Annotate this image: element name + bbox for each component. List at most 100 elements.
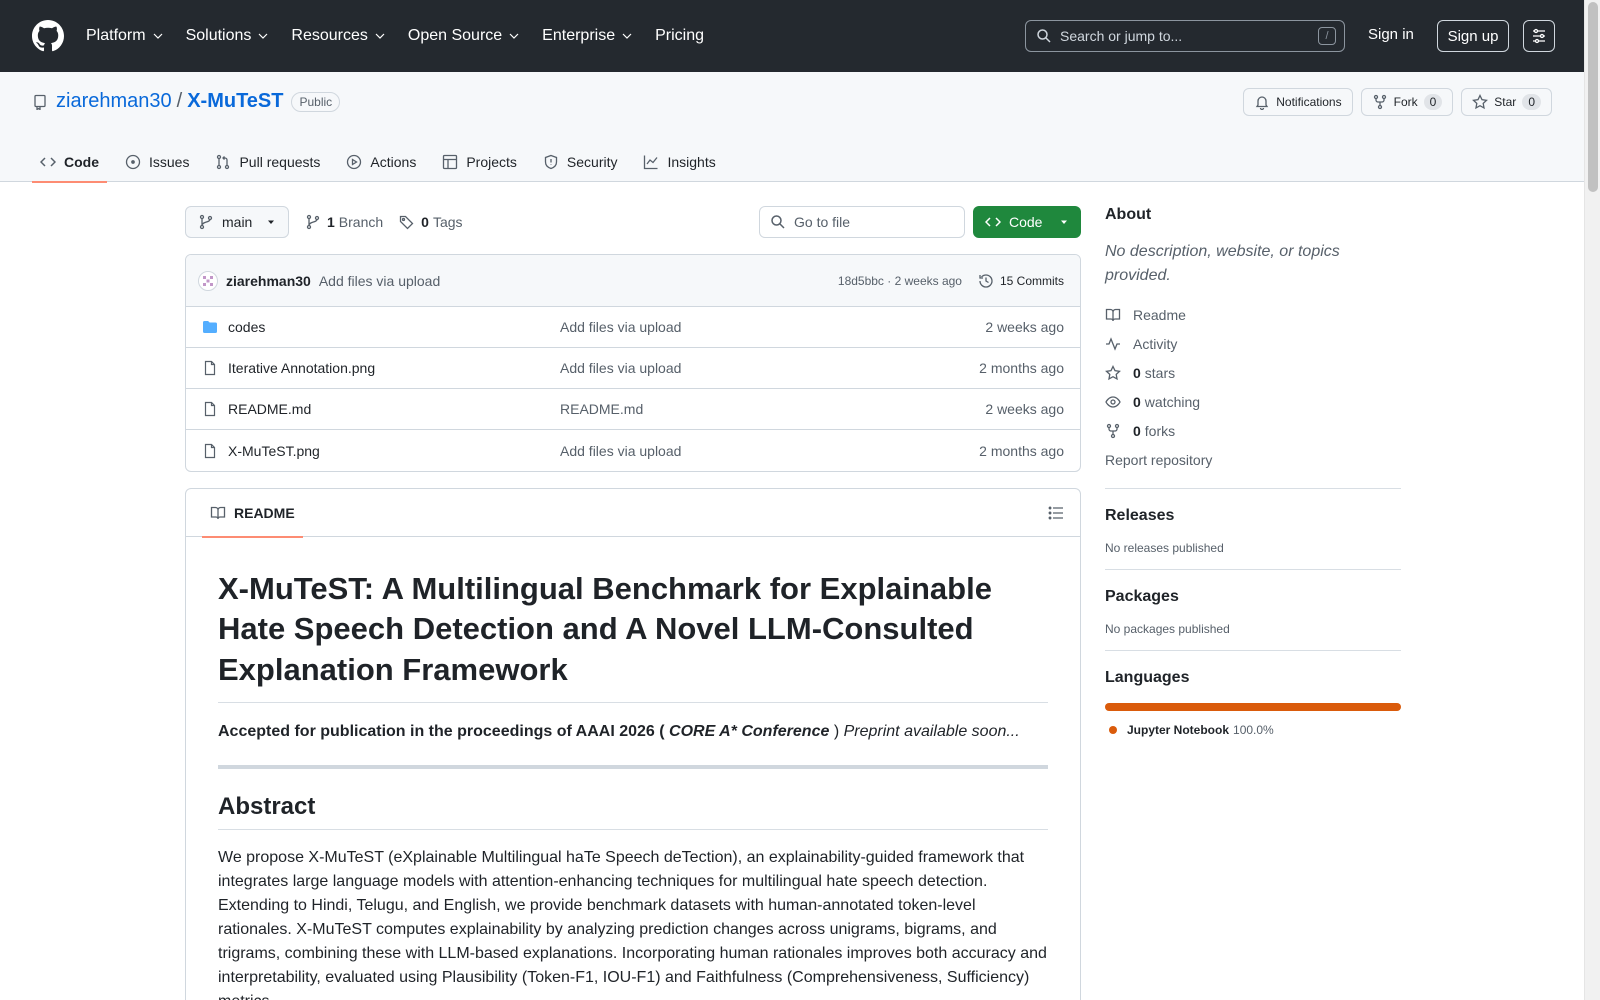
- tab-label: Insights: [667, 154, 716, 170]
- packages-section: Packages No packages published: [1105, 569, 1401, 636]
- avatar[interactable]: [198, 270, 218, 291]
- languages-heading: Languages: [1105, 669, 1190, 686]
- eye-icon: [1105, 395, 1121, 408]
- file-list: ziarehman30 Add files via upload 18d5bbc…: [185, 254, 1081, 472]
- activity-link-label: Activity: [1133, 335, 1178, 352]
- commits-history-link[interactable]: 15 Commits: [978, 273, 1064, 289]
- nav-label: Solutions: [185, 27, 252, 44]
- star-button[interactable]: Star 0: [1461, 88, 1552, 116]
- branches-label: Branch: [338, 214, 384, 230]
- tab-security[interactable]: Security: [535, 142, 626, 182]
- file-commit-time: 2 weeks ago: [985, 401, 1064, 417]
- fork-icon: [1106, 423, 1120, 438]
- file-name-link[interactable]: README.md: [228, 401, 560, 417]
- folder-icon: [203, 321, 217, 333]
- tag-icon: [400, 215, 414, 230]
- go-to-file-input[interactable]: Go to file: [759, 206, 965, 238]
- releases-section: Releases No releases published: [1105, 488, 1401, 555]
- search-placeholder: Search or jump to...: [1060, 28, 1183, 44]
- activity-link[interactable]: Activity: [1105, 329, 1401, 358]
- chevron-down-icon: [622, 33, 632, 39]
- branches-link[interactable]: 1 Branch: [305, 214, 383, 230]
- file-commit-message[interactable]: README.md: [560, 401, 985, 417]
- tab-label: Pull requests: [239, 154, 321, 170]
- releases-heading[interactable]: Releases: [1105, 507, 1401, 525]
- tab-code[interactable]: Code: [32, 142, 107, 183]
- readme-link[interactable]: Readme: [1105, 300, 1401, 329]
- fork-button[interactable]: Fork 0: [1360, 88, 1454, 116]
- file-toolbar: main 1 Branch 0 Tags Go to file Code: [185, 206, 1081, 238]
- about-description: No description, website, or topics provi…: [1105, 243, 1340, 284]
- caret-down-icon: [268, 220, 274, 224]
- tab-label: Security: [566, 154, 618, 170]
- packages-heading[interactable]: Packages: [1105, 588, 1401, 606]
- notifications-button[interactable]: Notifications: [1243, 88, 1353, 116]
- bell-icon: [1256, 96, 1269, 110]
- forks-link[interactable]: 0 forks: [1105, 416, 1401, 445]
- chevron-down-icon: [509, 33, 519, 39]
- tab-projects[interactable]: Projects: [434, 142, 525, 182]
- star-count: 0: [1522, 94, 1541, 110]
- readme-panel: README X-MuTeST: A Multilingual Benchmar…: [185, 488, 1081, 1000]
- report-repository-link[interactable]: Report repository: [1105, 445, 1401, 474]
- nav-solutions[interactable]: Solutions: [186, 27, 270, 45]
- tags-link[interactable]: 0 Tags: [399, 214, 463, 230]
- list-icon[interactable]: [1048, 505, 1064, 521]
- stars-count: 0: [1133, 364, 1141, 381]
- tab-pull-requests[interactable]: Pull requests: [207, 142, 328, 182]
- file-row[interactable]: Iterative Annotation.png Add files via u…: [186, 348, 1080, 389]
- repo-owner-link[interactable]: ziarehman30: [56, 90, 172, 113]
- code-dropdown-button[interactable]: Code: [973, 206, 1081, 238]
- nav-resources[interactable]: Resources: [291, 27, 385, 45]
- repo-sidebar: About No description, website, or topics…: [1105, 206, 1401, 737]
- branch-select-button[interactable]: main: [185, 206, 289, 238]
- file-name-link[interactable]: codes: [228, 319, 560, 335]
- repo-title: ziarehman30 / X-MuTeST Public: [32, 90, 341, 113]
- repo-path-separator: /: [176, 90, 183, 112]
- file-row[interactable]: X-MuTeST.png Add files via upload 2 mont…: [186, 430, 1080, 471]
- sign-up-button[interactable]: Sign up: [1437, 20, 1509, 52]
- readme-link-label: Readme: [1133, 306, 1186, 323]
- menu-button[interactable]: [1523, 20, 1555, 52]
- language-name: Jupyter Notebook: [1127, 723, 1230, 737]
- file-row[interactable]: README.md README.md 2 weeks ago: [186, 389, 1080, 430]
- global-search-input[interactable]: Search or jump to... /: [1025, 20, 1345, 52]
- tab-issues[interactable]: Issues: [117, 142, 197, 182]
- scrollbar-thumb[interactable]: [1588, 2, 1598, 192]
- fork-count: 0: [1423, 94, 1443, 110]
- tab-actions[interactable]: Actions: [338, 142, 424, 182]
- preprint-note: Preprint available soon...: [843, 722, 1020, 740]
- stars-link[interactable]: 0 stars: [1105, 358, 1401, 387]
- github-logo-icon[interactable]: [32, 20, 64, 52]
- acceptance-close-paren: ): [833, 722, 840, 740]
- commit-message-link[interactable]: Add files via upload: [319, 273, 440, 289]
- tab-insights[interactable]: Insights: [635, 142, 723, 182]
- nav-open-source[interactable]: Open Source: [408, 27, 520, 45]
- nav-enterprise[interactable]: Enterprise: [542, 27, 633, 45]
- visibility-badge: Public: [291, 91, 341, 112]
- table-icon: [443, 154, 458, 170]
- readme-tab-label: README: [234, 504, 295, 521]
- sign-in-link[interactable]: Sign in: [1368, 26, 1414, 43]
- commit-author-link[interactable]: ziarehman30: [226, 273, 311, 289]
- file-name-link[interactable]: X-MuTeST.png: [228, 443, 560, 459]
- nav-platform[interactable]: Platform: [86, 27, 164, 45]
- file-commit-message[interactable]: Add files via upload: [560, 360, 979, 376]
- nav-pricing[interactable]: Pricing: [655, 27, 704, 45]
- readme-title: X-MuTeST: A Multilingual Benchmark for E…: [218, 569, 1048, 703]
- file-commit-message[interactable]: Add files via upload: [560, 319, 985, 335]
- language-item[interactable]: Jupyter Notebook 100.0%: [1105, 723, 1401, 737]
- repo-name-link[interactable]: X-MuTeST: [187, 90, 283, 113]
- watching-label: watching: [1144, 393, 1201, 410]
- file-row[interactable]: codes Add files via upload 2 weeks ago: [186, 307, 1080, 348]
- commit-sha-time[interactable]: 18d5bbc · 2 weeks ago: [838, 274, 962, 288]
- file-commit-message[interactable]: Add files via upload: [560, 443, 979, 459]
- page-scrollbar[interactable]: [1584, 0, 1600, 1000]
- repo-header: ziarehman30 / X-MuTeST Public Notificati…: [0, 72, 1584, 183]
- readme-tab[interactable]: README: [202, 489, 303, 538]
- watching-count: 0: [1133, 393, 1141, 410]
- file-name-link[interactable]: Iterative Annotation.png: [228, 360, 560, 376]
- repo-icon: [34, 94, 46, 110]
- watching-link[interactable]: 0 watching: [1105, 387, 1401, 416]
- fork-icon: [1373, 94, 1386, 110]
